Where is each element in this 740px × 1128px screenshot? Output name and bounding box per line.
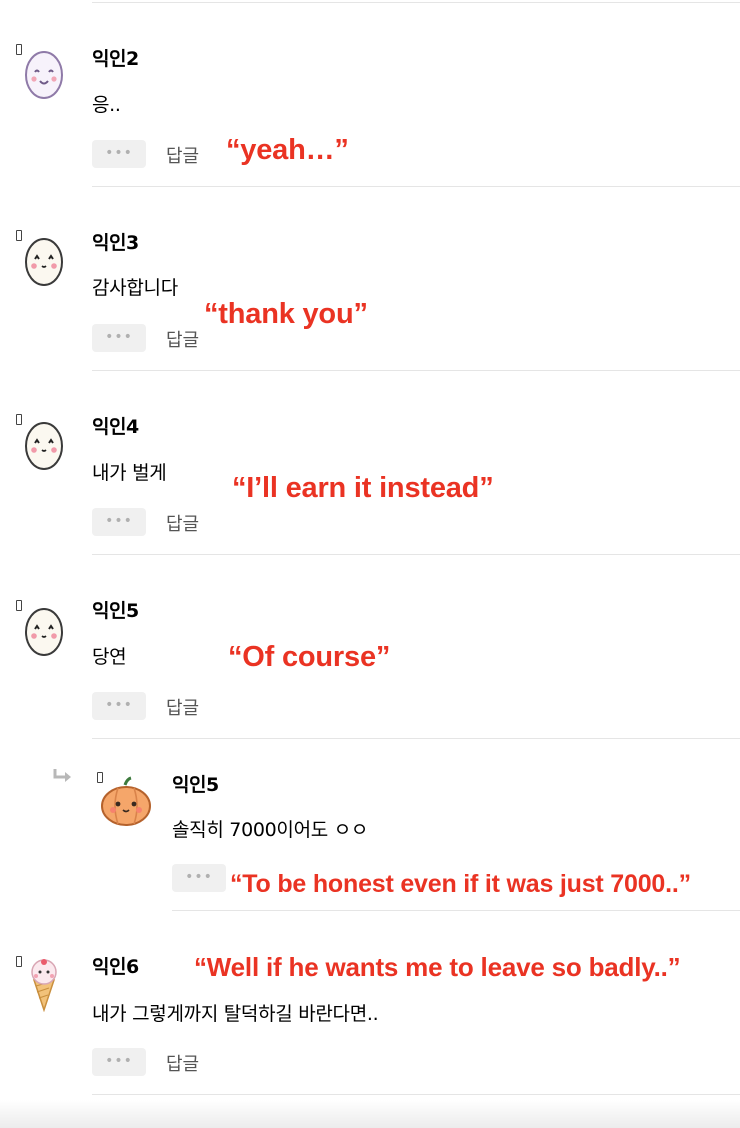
pumpkin-icon[interactable]	[100, 776, 152, 828]
more-options-button[interactable]: •••	[92, 692, 146, 720]
translation-annotation: “yeah…”	[226, 134, 349, 166]
username: 익인6	[92, 956, 139, 978]
comment-text: 감사합니다	[92, 277, 178, 299]
username: 익인5	[172, 774, 219, 796]
comment-text: 응..	[92, 94, 121, 116]
reply-button[interactable]: 답글	[166, 142, 199, 168]
more-options-button[interactable]: •••	[92, 324, 146, 352]
egg-face-icon[interactable]	[22, 417, 66, 471]
divider	[92, 738, 740, 739]
comment-text: 솔직히 7000이어도 ㅇㅇ	[172, 819, 369, 841]
reply-button[interactable]: 답글	[166, 1050, 199, 1076]
translation-annotation: “I’ll earn it instead”	[232, 472, 494, 504]
egg-face-icon[interactable]	[22, 603, 66, 657]
translation-annotation: “thank you”	[204, 298, 368, 330]
reply-button[interactable]: 답글	[166, 510, 199, 536]
username: 익인3	[92, 232, 139, 254]
divider	[92, 1094, 740, 1095]
more-options-button[interactable]: •••	[92, 508, 146, 536]
username: 익인4	[92, 416, 139, 438]
more-options-button[interactable]: •••	[92, 1048, 146, 1076]
comment-marker	[16, 956, 22, 967]
comment-text: 내가 벌게	[92, 462, 167, 484]
username: 익인5	[92, 600, 139, 622]
divider	[92, 186, 740, 187]
translation-annotation: “Well if he wants me to leave so badly..…	[194, 952, 681, 982]
comment-text: 내가 그렇게까지 탈덕하길 바란다면..	[92, 1003, 379, 1025]
egg-smile-icon[interactable]	[22, 46, 66, 100]
divider	[92, 2, 740, 3]
divider	[172, 910, 740, 911]
comment-text: 당연	[92, 646, 127, 668]
reply-button[interactable]: 답글	[166, 694, 199, 720]
egg-face-icon[interactable]	[22, 233, 66, 287]
translation-annotation: “Of course”	[228, 641, 391, 673]
divider	[92, 370, 740, 371]
reply-arrow-icon	[53, 769, 71, 782]
more-options-button[interactable]: •••	[172, 864, 226, 892]
divider	[92, 554, 740, 555]
bottom-fade	[0, 1100, 740, 1128]
more-options-button[interactable]: •••	[92, 140, 146, 168]
ice-cream-icon[interactable]	[24, 958, 64, 1012]
username: 익인2	[92, 48, 139, 70]
reply-button[interactable]: 답글	[166, 326, 199, 352]
translation-annotation: “To be honest even if it was just 7000..…	[230, 870, 691, 898]
